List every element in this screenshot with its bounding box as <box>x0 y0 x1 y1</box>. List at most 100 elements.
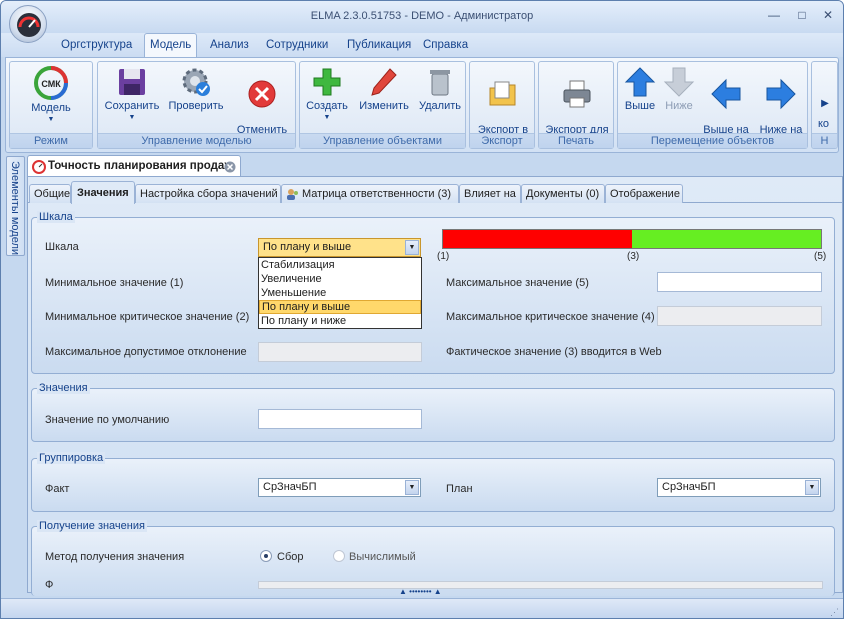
printer-icon <box>563 80 591 108</box>
arrow-up-icon <box>624 67 656 97</box>
method-label: Метод получения значения <box>45 551 185 563</box>
dropdown-option-increase[interactable]: Увеличение <box>259 272 421 286</box>
down-button[interactable]: Ниже <box>661 66 697 112</box>
tab-responsibility-matrix[interactable]: Матрица ответственности (3) <box>281 184 459 203</box>
gear-check-icon <box>182 68 210 96</box>
scale-bar-red-zone <box>443 230 632 248</box>
splitter-handle[interactable]: ▲ •••••••• ▲ <box>1 587 843 597</box>
menu-orgstructure[interactable]: Оргструктура <box>61 37 132 55</box>
document-tab[interactable]: Точность планирования продаж <box>27 155 241 177</box>
dropdown-option-decrease[interactable]: Уменьшение <box>259 286 421 300</box>
group-label-mode: Режим <box>10 133 92 148</box>
smk-icon: СМК <box>34 66 68 100</box>
fact-label: Факт <box>45 483 70 495</box>
cut-off-field[interactable] <box>258 581 823 589</box>
scale-mark-3: (3) <box>627 251 640 262</box>
gauge-small-icon <box>32 160 46 174</box>
chevron-down-icon[interactable]: ▼ <box>805 480 819 495</box>
chevron-down-icon[interactable]: ▼ <box>405 240 419 255</box>
group-mode: СМК Модель ▼ Режим <box>9 61 93 149</box>
values-section-title: Значения <box>37 382 90 394</box>
menu-analysis[interactable]: Анализ <box>210 37 249 55</box>
model-button[interactable]: СМК Модель ▼ <box>18 66 84 126</box>
radio-collect[interactable] <box>260 550 272 562</box>
tab-influences[interactable]: Влияет на <box>459 184 521 203</box>
group-move-objects: Выше Ниже Выше на уровень Ниже на уровен… <box>617 61 808 149</box>
plus-icon <box>313 68 341 96</box>
radio-calculated-label: Вычислимый <box>349 551 416 563</box>
delete-button[interactable]: Удалить <box>416 66 464 112</box>
group-label-model-management: Управление моделью <box>98 133 295 148</box>
tab-values[interactable]: Значения <box>71 181 135 204</box>
up-button[interactable]: Выше <box>622 66 658 112</box>
menu-employees[interactable]: Сотрудники <box>266 37 328 55</box>
window-title: ELMA 2.3.0.51753 - DEMO - Администратор <box>310 10 534 22</box>
edit-button[interactable]: Изменить <box>355 66 413 112</box>
chevron-down-icon[interactable]: ▼ <box>405 480 419 495</box>
app-menu-button[interactable] <box>9 5 47 43</box>
tab-collection-settings[interactable]: Настройка сбора значений <box>135 184 281 203</box>
dropdown-option-plan-and-below[interactable]: По плану и ниже <box>259 314 421 328</box>
min-critical-label: Минимальное критическое значение (2) <box>45 311 250 323</box>
fact-combo[interactable]: СрЗначБП ▼ <box>258 478 421 497</box>
dropdown-option-plan-and-above[interactable]: По плану и выше <box>259 300 421 314</box>
scale-section-title: Шкала <box>37 211 75 223</box>
floppy-icon <box>119 69 145 95</box>
default-value-label: Значение по умолчанию <box>45 414 170 426</box>
property-tabs: Общие Значения Настройка сбора значений … <box>28 181 842 204</box>
ribbon: СМК Модель ▼ Режим Сохранить ▼ Проверить О… <box>5 57 839 153</box>
people-icon <box>287 189 298 200</box>
menu-help[interactable]: Справка <box>423 37 468 55</box>
tab-display[interactable]: Отображение <box>605 184 683 203</box>
cut-off-label: Ф <box>45 579 54 589</box>
truncated-button-label: ко <box>818 118 830 130</box>
actual-value-note: Фактическое значение (3) вводится в Web <box>446 346 662 358</box>
max-deviation-field[interactable] <box>258 342 422 362</box>
max-value-field[interactable] <box>657 272 822 292</box>
collapse-up-icon[interactable]: ▲ •••••••• ▲ <box>399 587 442 596</box>
ribbon-scroll-right-button[interactable]: ▶ <box>814 98 836 110</box>
maximize-button[interactable]: □ <box>795 9 809 23</box>
tab-documents[interactable]: Документы (0) <box>521 184 605 203</box>
save-button[interactable]: Сохранить ▼ <box>102 66 162 124</box>
max-deviation-label: Максимальное допустимое отклонение <box>45 346 247 358</box>
group-export: Экспорт в HTML Экспорт <box>469 61 535 149</box>
menu-model[interactable]: Модель <box>144 33 198 57</box>
model-elements-side-tab[interactable]: Элементы модели <box>6 156 25 256</box>
scale-mark-5: (5) <box>814 251 827 262</box>
menu-bar: Оргструктура Модель Анализ Сотрудники Пу… <box>1 33 843 57</box>
arrow-down-icon <box>663 67 695 97</box>
title-bar: ELMA 2.3.0.51753 - DEMO - Администратор … <box>1 1 843 33</box>
arrow-left-icon <box>711 78 741 110</box>
close-button[interactable]: ✕ <box>821 9 835 23</box>
radio-calculated[interactable] <box>333 550 345 562</box>
group-label-objects-management: Управление объектами <box>300 133 465 148</box>
plan-combo[interactable]: СрЗначБП ▼ <box>657 478 821 497</box>
grouping-section-title: Группировка <box>37 452 106 464</box>
cancel-icon <box>248 80 276 108</box>
max-critical-label: Максимальное критическое значение (4) <box>446 311 655 323</box>
radio-collect-label: Сбор <box>277 551 304 563</box>
application-window: ELMA 2.3.0.51753 - DEMO - Администратор … <box>0 0 844 619</box>
group-truncated: ▶ ко Н <box>811 61 838 149</box>
menu-publication[interactable]: Публикация <box>347 37 411 55</box>
resize-grip-icon[interactable]: ⋰ <box>830 607 839 618</box>
trash-icon <box>430 70 450 96</box>
max-critical-field[interactable] <box>657 306 822 326</box>
obtain-value-section-title: Получение значения <box>37 520 147 532</box>
svg-text:СМК: СМК <box>41 79 61 89</box>
scale-label: Шкала <box>45 241 79 253</box>
tab-general[interactable]: Общие <box>29 184 71 203</box>
close-tab-icon[interactable] <box>224 161 236 173</box>
create-button[interactable]: Создать ▼ <box>302 66 352 124</box>
min-value-label: Минимальное значение (1) <box>45 277 184 289</box>
document-tabs: Точность планирования продаж <box>27 154 843 177</box>
scale-dropdown-list: Стабилизация Увеличение Уменьшение По пл… <box>258 257 422 329</box>
default-value-field[interactable] <box>258 409 422 429</box>
group-print: Экспорт для печати Печать <box>538 61 614 149</box>
scale-combo[interactable]: По плану и выше ▼ <box>258 238 421 257</box>
check-button[interactable]: Проверить <box>166 66 226 112</box>
dropdown-option-stabilization[interactable]: Стабилизация <box>259 258 421 272</box>
arrow-right-icon <box>766 78 796 110</box>
minimize-button[interactable]: — <box>767 9 781 23</box>
